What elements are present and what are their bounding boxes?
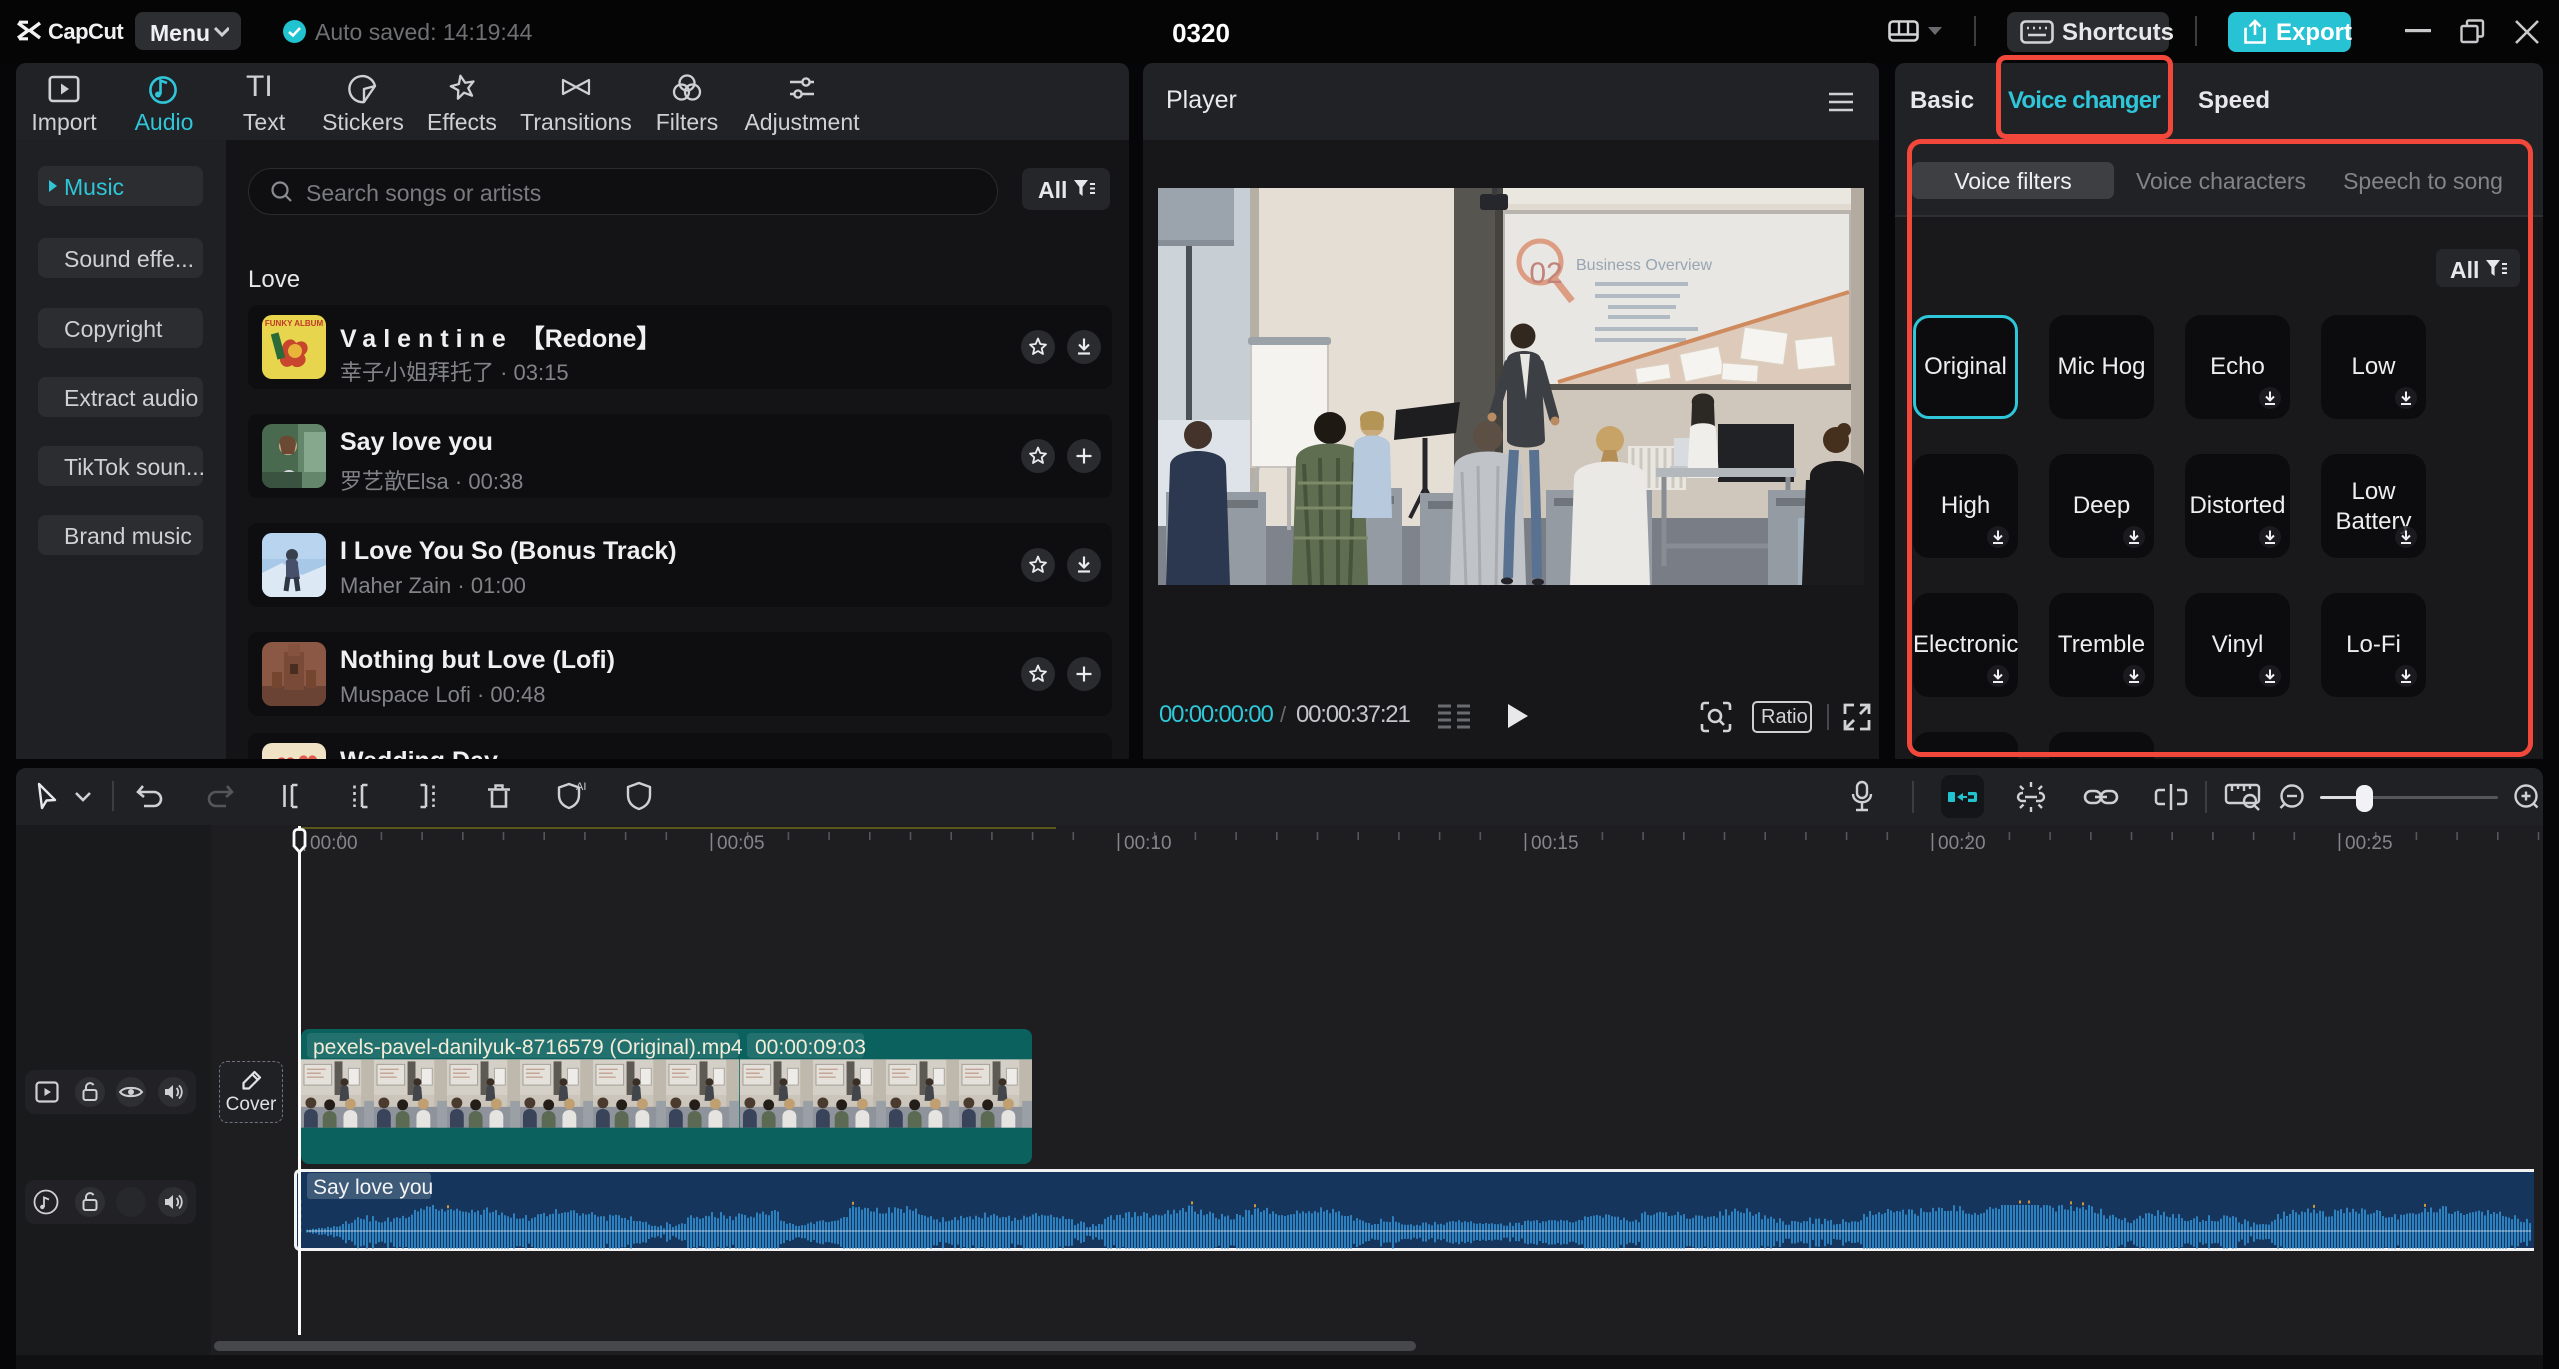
svg-text:Business Overview: Business Overview (1576, 257, 1712, 274)
svg-text:02: 02 (1529, 257, 1562, 290)
svg-text:FUNKY ALBUM: FUNKY ALBUM (265, 319, 324, 328)
svg-text:AI: AI (576, 781, 586, 793)
